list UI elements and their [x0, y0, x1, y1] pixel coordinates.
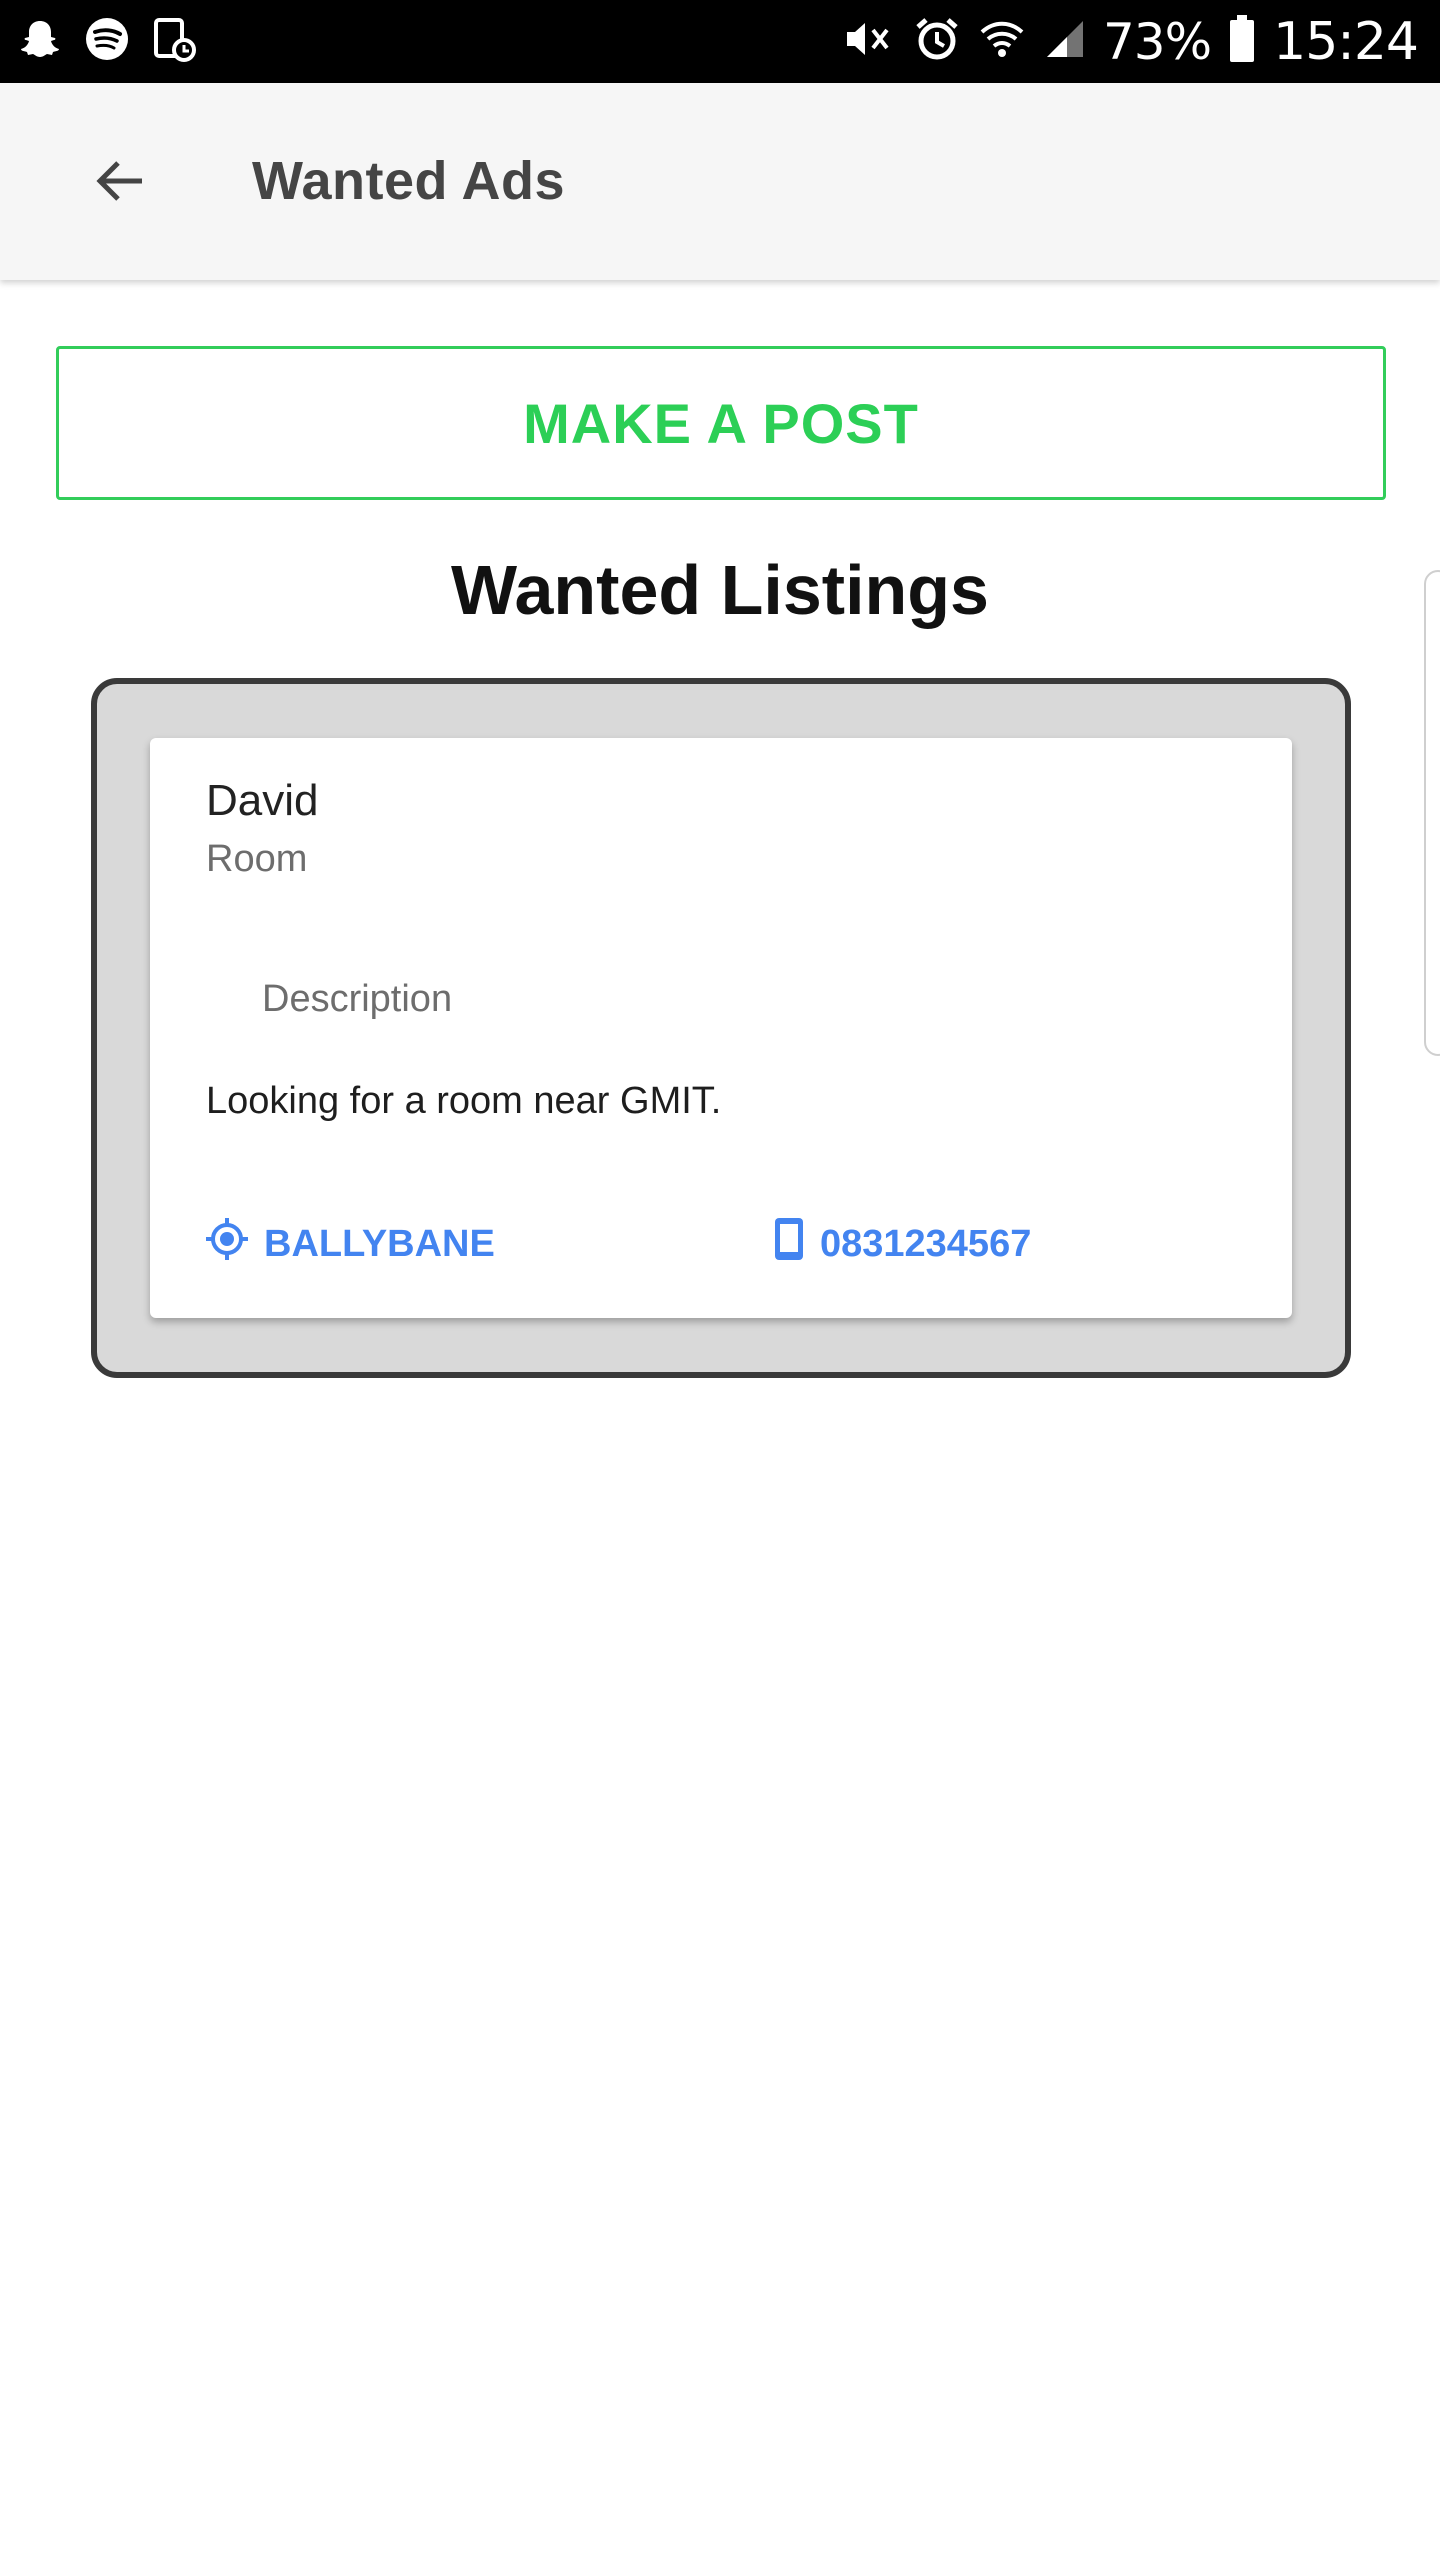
phone-button[interactable]: 0831234567 [772, 1216, 1031, 1272]
listing-type: Room [206, 838, 308, 880]
listing-description: Looking for a room near GMIT. [206, 1080, 722, 1122]
listing-name: David [206, 776, 319, 825]
location-label: BALLYBANE [264, 1222, 495, 1265]
arrow-left-icon [94, 157, 146, 210]
location-button[interactable]: BALLYBANE [204, 1216, 495, 1272]
alarm-icon [913, 15, 961, 68]
app-bar: Wanted Ads [0, 83, 1440, 280]
snapchat-icon [18, 17, 62, 66]
app-title: Wanted Ads [252, 151, 565, 211]
battery-icon [1229, 14, 1255, 69]
screenshot-icon [152, 16, 196, 67]
status-bar: 73% 15:24 [0, 0, 1440, 83]
smartphone-icon [772, 1216, 806, 1272]
battery-percent: 73% [1103, 12, 1212, 71]
status-time: 15:24 [1273, 11, 1419, 72]
listing-card: David Room Description Looking for a roo… [150, 738, 1292, 1318]
phone-label: 0831234567 [820, 1222, 1032, 1265]
section-title: Wanted Listings [451, 551, 989, 629]
description-label: Description [262, 978, 453, 1020]
status-right-icons: 73% 15:24 [843, 0, 1419, 83]
edge-panel-handle[interactable] [1424, 570, 1440, 1056]
back-button[interactable] [70, 133, 170, 233]
vibrate-mute-icon [843, 16, 895, 67]
wifi-icon [979, 16, 1025, 67]
make-post-button[interactable]: MAKE A POST [56, 346, 1386, 500]
spotify-icon [84, 16, 130, 67]
status-left-icons [18, 0, 196, 83]
location-target-icon [204, 1216, 250, 1272]
signal-icon [1043, 17, 1085, 66]
